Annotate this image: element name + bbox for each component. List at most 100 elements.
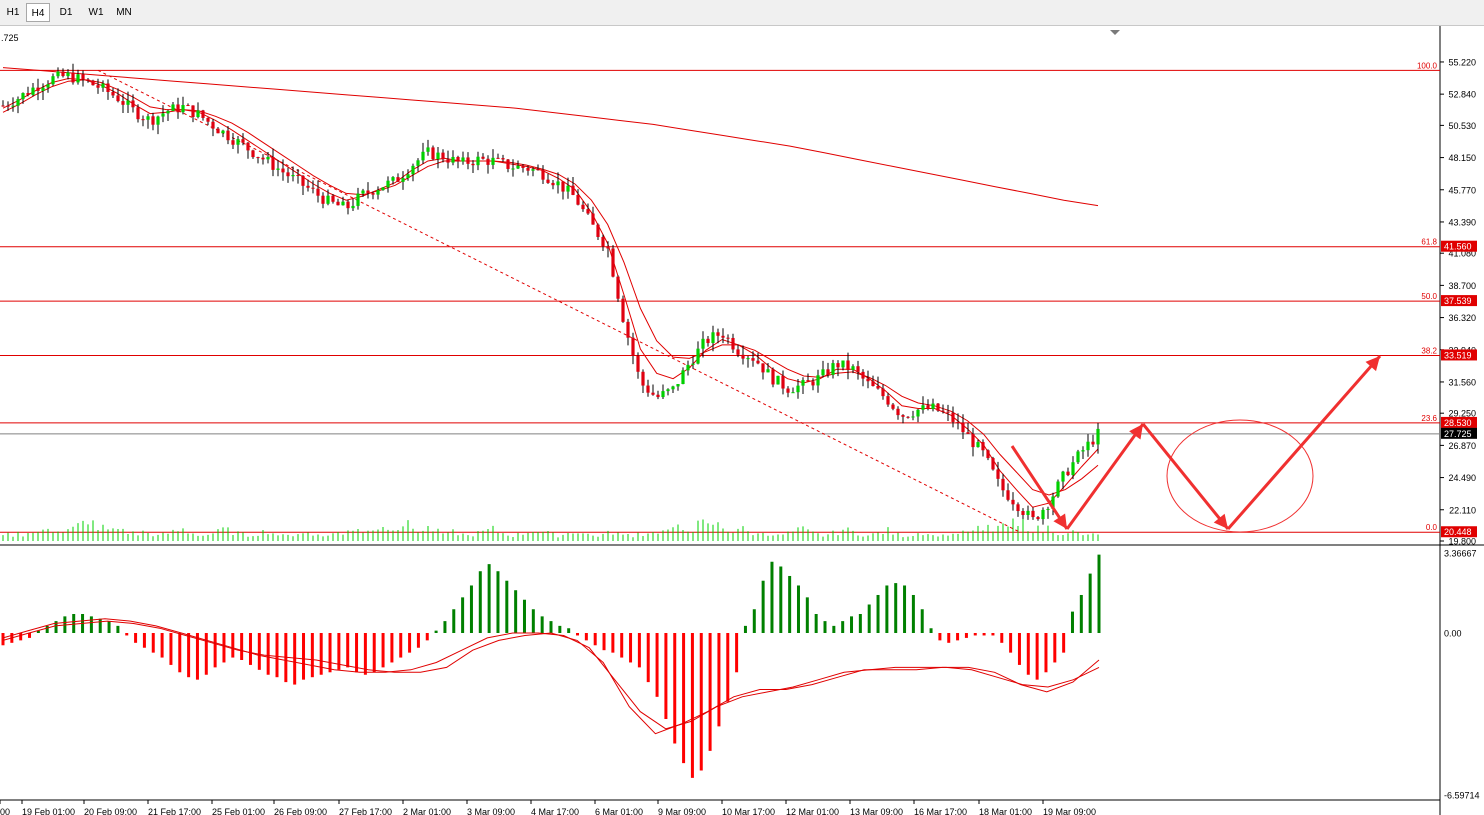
candle-down [641, 371, 645, 386]
candle-down [396, 177, 400, 182]
timeframe-mn-button[interactable]: MN [111, 3, 137, 22]
candle-up [511, 168, 515, 170]
candle-up [391, 177, 395, 181]
time-tick-label: 25 Feb 01:00 [212, 807, 265, 815]
candle-down [761, 363, 765, 373]
candle-down [546, 179, 550, 183]
fib-level-ratio: 0.0 [1426, 523, 1438, 532]
candle-down [206, 117, 210, 122]
macd-tick-label: -6.59714 [1444, 791, 1480, 801]
candle-up [701, 338, 705, 349]
candle-down [826, 369, 830, 375]
candle-up [156, 116, 160, 125]
ma-slow-line [2, 79, 1099, 496]
candle-up [381, 187, 385, 191]
price-tick-label: 52.840 [1448, 90, 1476, 100]
timeframe-d1-button[interactable]: D1 [54, 3, 78, 22]
candle-up [661, 391, 665, 398]
candle-down [286, 172, 290, 177]
arrow-head [1053, 513, 1067, 529]
candle-down [771, 369, 775, 385]
candle-down [226, 130, 230, 141]
candle-down [331, 195, 335, 202]
candle-up [351, 205, 355, 209]
candle-down [1011, 499, 1015, 505]
candle-down [651, 392, 655, 395]
volume-bars [2, 518, 1099, 541]
candle-up [916, 409, 920, 417]
candle-down [981, 442, 985, 451]
candle-up [796, 385, 800, 393]
candle-down [496, 157, 500, 159]
candle-down [751, 358, 755, 361]
candle-up [1081, 450, 1085, 452]
fib-level-ratio: 38.2 [1421, 346, 1437, 355]
candle-down [951, 412, 955, 422]
candle-up [276, 168, 280, 170]
candle-down [781, 375, 785, 389]
macd-main-line [2, 618, 1100, 730]
candle-up [1056, 481, 1060, 497]
candle-down [306, 185, 310, 188]
candle-down [481, 156, 485, 159]
candle-down [536, 169, 540, 171]
candle-down [986, 450, 990, 459]
price-tick-label: 38.700 [1448, 281, 1476, 291]
time-tick-label: 4 Mar 17:00 [531, 807, 579, 815]
candle-down [636, 355, 640, 372]
candle-up [266, 156, 270, 160]
candle-down [876, 386, 880, 389]
candle-down [736, 349, 740, 355]
candle-down [866, 378, 870, 382]
candle-up [556, 181, 560, 186]
candle-up [401, 178, 405, 182]
timeframe-h4-button[interactable]: H4 [26, 3, 50, 22]
candle-down [926, 405, 930, 409]
time-tick-label: 2 Mar 01:00 [403, 807, 451, 815]
ma-long-line [2, 67, 1099, 207]
timeframe-h1-button[interactable]: H1 [2, 3, 24, 22]
candle-down [431, 147, 435, 160]
candle-down [131, 100, 135, 108]
candle-down [26, 93, 30, 95]
time-tick-label: 27 Feb 17:00 [339, 807, 392, 815]
candle-down [301, 175, 305, 186]
candle-down [456, 156, 460, 162]
price-tick-label: 31.560 [1448, 377, 1476, 387]
candle-down [151, 116, 155, 125]
candle-up [671, 386, 675, 390]
candle-up [676, 384, 680, 387]
price-tick-label: 48.150 [1448, 153, 1476, 163]
candle-down [631, 337, 635, 356]
candle-down [86, 79, 90, 81]
candle-up [76, 74, 80, 83]
candle-down [606, 246, 610, 249]
candle-down [991, 458, 995, 470]
candle-down [901, 415, 905, 417]
candle-up [766, 369, 770, 373]
candle-down [106, 83, 110, 92]
candle-down [906, 416, 910, 418]
candle-down [936, 403, 940, 411]
candle-down [786, 388, 790, 393]
candle-up [361, 190, 365, 194]
timeframe-w1-button[interactable]: W1 [83, 3, 109, 22]
time-axis: 00 19 Feb 01:00 20 Feb 09:00 21 Feb 17:00 25… [0, 800, 1096, 815]
candle-up [386, 180, 390, 188]
candle-down [521, 165, 525, 168]
candle-down [176, 104, 180, 113]
candle-down [846, 360, 850, 370]
candle-down [861, 371, 865, 379]
price-chart[interactable]: 55.22052.84050.53048.15045.77043.39041.0… [0, 26, 1484, 815]
candle-down [316, 188, 320, 196]
candle-down [71, 72, 75, 83]
candle-down [961, 422, 965, 433]
candle-up [691, 363, 695, 365]
candle-down [371, 193, 375, 195]
time-tick-label: 19 Feb 01:00 [22, 807, 75, 815]
time-tick-label: 3 Mar 09:00 [467, 807, 515, 815]
candle-up [791, 392, 795, 394]
macd-tick-label: 3.36667 [1444, 549, 1477, 559]
fib-price-label: 37.539 [1444, 296, 1472, 306]
time-tick-label: 20 Feb 09:00 [84, 807, 137, 815]
